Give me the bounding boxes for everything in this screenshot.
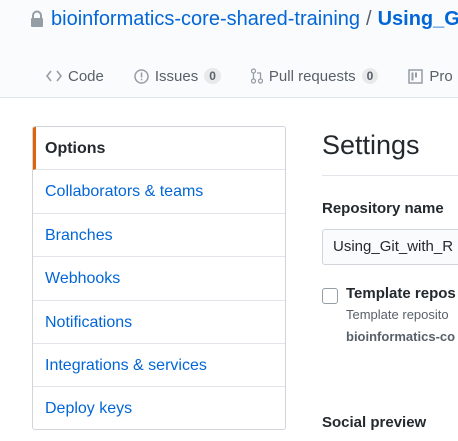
lock-icon [30,10,44,28]
menu-item-notifications[interactable]: Notifications [33,301,285,344]
issues-counter: 0 [204,68,221,84]
template-repository-label: Template repos [346,285,456,302]
repository-name-value: Using_Git_with_R [333,238,454,255]
menu-item-integrations[interactable]: Integrations & services [33,344,285,388]
tab-pull-requests[interactable]: Pull requests 0 [250,67,379,85]
repo-name-link[interactable]: Using_G [378,8,458,31]
heading-divider [322,175,458,176]
repo-owner-link[interactable]: bioinformatics-core-shared-training [51,8,360,31]
tab-issues-label: Issues [154,67,199,85]
code-icon [46,70,62,82]
repository-name-label: Repository name [322,200,444,217]
menu-item-branches[interactable]: Branches [33,214,285,258]
menu-item-collaborators[interactable]: Collaborators & teams [33,170,285,214]
menu-item-deploy-keys[interactable]: Deploy keys [33,387,285,429]
tab-pull-requests-label: Pull requests [268,67,356,85]
template-repository-checkbox[interactable] [322,288,338,304]
tab-code-label: Code [68,67,104,85]
menu-item-options[interactable]: Options [33,127,285,171]
menu-item-webhooks[interactable]: Webhooks [33,257,285,301]
repo-tabs: Code Issues 0 Pull requests 0 Pro [46,62,458,90]
pull-requests-counter: 0 [361,68,379,84]
repository-header: bioinformatics-core-shared-training / Us… [0,0,458,98]
path-separator: / [366,7,372,30]
template-repository-note: Template reposito [346,307,449,322]
project-icon [408,68,424,84]
tab-projects-label: Pro [429,67,453,85]
social-preview-heading: Social preview [322,414,427,431]
tab-issues[interactable]: Issues 0 [134,68,221,85]
issue-icon [134,68,149,84]
repository-name-input[interactable]: Using_Git_with_R [322,229,458,265]
settings-menu: Options Collaborators & teams Branches W… [32,126,286,430]
settings-heading: Settings [322,130,420,160]
tab-projects[interactable]: Pro [408,67,453,85]
tab-code[interactable]: Code [46,68,104,85]
repository-title: bioinformatics-core-shared-training / Us… [30,4,458,34]
template-repository-owner: bioinformatics-co [346,329,456,344]
pull-request-icon [250,68,263,84]
